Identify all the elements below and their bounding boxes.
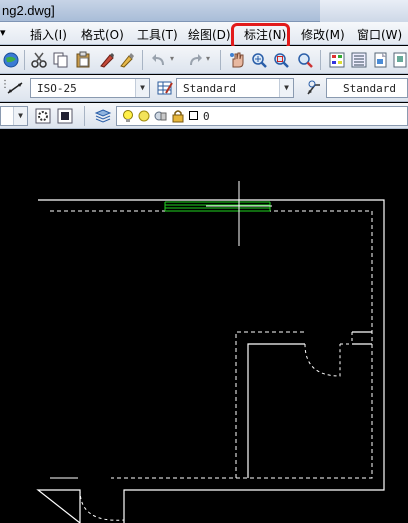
viewport-freeze-icon[interactable] <box>153 109 167 123</box>
design-center-icon[interactable] <box>350 51 368 69</box>
menu-format[interactable]: 格式(O) <box>81 26 124 43</box>
menu-tools[interactable]: 工具(T) <box>137 26 178 43</box>
sheet-set-icon[interactable] <box>392 51 408 69</box>
styles-toolbar: ⋮ ISO-25 ▼ Standard ▼ Standard <box>0 75 408 102</box>
zoom-window-icon[interactable] <box>272 51 290 69</box>
inner-door-jamb <box>340 332 353 345</box>
lightbulb-icon[interactable] <box>121 109 135 123</box>
multileader-style-value: Standard <box>343 82 396 95</box>
title-bar: ng2.dwg] <box>0 0 408 22</box>
redo-icon[interactable] <box>186 51 204 69</box>
table-style-icon[interactable] <box>156 79 174 97</box>
workspace-select[interactable]: ▼ <box>0 106 28 126</box>
properties-icon[interactable] <box>328 51 346 69</box>
redo-dropdown-icon[interactable]: ▾ <box>206 54 210 63</box>
menu-window[interactable]: 窗口(W) <box>357 26 402 43</box>
dimension-style-select[interactable]: ISO-25 ▼ <box>30 78 150 98</box>
menu-insert[interactable]: 插入(I) <box>30 26 67 43</box>
lock-icon[interactable] <box>171 109 185 123</box>
inner-room-dashed-wall <box>235 331 305 478</box>
pan-icon[interactable] <box>228 51 246 69</box>
zoom-realtime-icon[interactable] <box>250 51 268 69</box>
undo-icon[interactable] <box>150 51 168 69</box>
dimension-style-dropdown-icon[interactable]: ▼ <box>135 79 149 97</box>
paste-icon[interactable] <box>74 51 92 69</box>
window-title: ng2.dwg] <box>2 3 55 18</box>
inner-door-arc <box>304 343 341 377</box>
zoom-previous-icon[interactable] <box>296 51 314 69</box>
entrance-door-arc <box>79 489 125 521</box>
match-properties-icon[interactable] <box>98 51 116 69</box>
drawing-canvas[interactable] <box>0 130 408 523</box>
inner-wall <box>50 210 373 479</box>
dimension-style-icon[interactable] <box>6 79 24 97</box>
outer-wall <box>36 199 385 523</box>
layer-properties-icon[interactable] <box>94 107 112 125</box>
cut-icon[interactable] <box>30 51 48 69</box>
layers-toolbar: ▼ 0 <box>0 103 408 129</box>
workspace-dropdown-icon[interactable]: ▼ <box>13 107 27 125</box>
sun-icon[interactable] <box>137 109 151 123</box>
dimension-style-value: ISO-25 <box>37 82 77 95</box>
multileader-style-icon[interactable] <box>304 79 322 97</box>
inner-room-wall <box>247 331 372 478</box>
tool-palettes-icon[interactable] <box>372 51 390 69</box>
layer-name: 0 <box>203 110 210 123</box>
block-editor-icon[interactable] <box>118 51 136 69</box>
standard-toolbar: ▾ ▾ <box>0 46 408 74</box>
undo-dropdown-icon[interactable]: ▾ <box>170 54 174 63</box>
workspace-settings-icon[interactable] <box>34 107 52 125</box>
table-style-select[interactable]: Standard ▼ <box>176 78 294 98</box>
menu-overflow-icon[interactable]: ▾ <box>0 26 10 39</box>
copy-icon[interactable] <box>52 51 70 69</box>
floor-plan-drawing <box>36 181 385 523</box>
multileader-style-select[interactable]: Standard <box>326 78 408 98</box>
globe-icon[interactable] <box>2 51 20 69</box>
menu-bar: ▾ 插入(I) 格式(O) 工具(T) 绘图(D) 标注(N) 修改(M) 窗口… <box>0 22 408 45</box>
layer-color-swatch <box>189 111 198 120</box>
menu-draw[interactable]: 绘图(D) <box>188 26 231 43</box>
layer-select[interactable]: 0 <box>116 106 408 126</box>
table-style-value: Standard <box>183 82 236 95</box>
title-bar-right <box>320 0 408 22</box>
block-icon[interactable] <box>56 107 74 125</box>
crosshair-cursor <box>206 181 272 246</box>
menu-modify[interactable]: 修改(M) <box>301 26 345 43</box>
table-style-dropdown-icon[interactable]: ▼ <box>279 79 293 97</box>
